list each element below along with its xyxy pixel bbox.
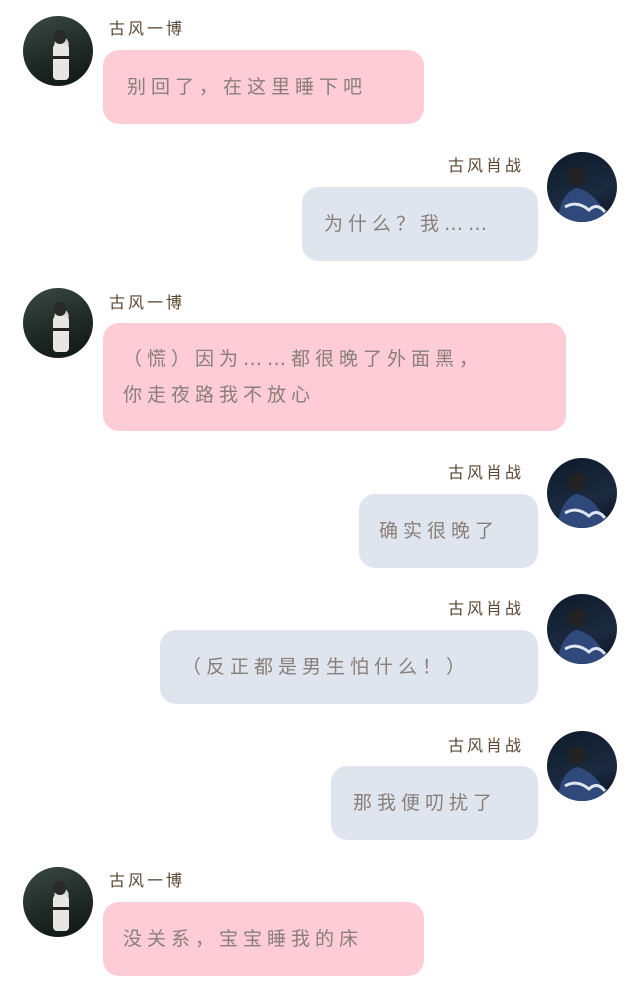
sender-name: 古风肖战 [448, 156, 525, 175]
portrait-icon [557, 473, 609, 528]
avatar-right-1[interactable] [547, 152, 617, 222]
message-text: 没关系，宝宝睡我的床 [123, 928, 364, 950]
sender-name: 古风肖战 [448, 463, 525, 482]
message-bubble-7[interactable]: 没关系，宝宝睡我的床 [103, 902, 424, 976]
avatar-right-3[interactable] [547, 594, 617, 664]
sender-name: 古风肖战 [448, 736, 525, 755]
message-bubble-4[interactable]: 确实很晚了 [359, 494, 538, 568]
portrait-icon [53, 881, 69, 931]
avatar-left-2[interactable] [23, 288, 93, 358]
avatar-right-4[interactable] [547, 731, 617, 801]
message-text: 别回了，在这里睡下吧 [127, 76, 368, 98]
message-text-line-2: 你走夜路我不放心 [123, 384, 316, 406]
message-text-line-1: （慌）因为……都很晚了外面黑， [123, 348, 484, 370]
message-text: 确实很晚了 [379, 520, 500, 542]
sender-name: 古风一博 [109, 19, 186, 38]
message-bubble-6[interactable]: 那我便叨扰了 [331, 766, 538, 840]
avatar-right-2[interactable] [547, 458, 617, 528]
avatar-left-1[interactable] [23, 16, 93, 86]
avatar-left-3[interactable] [23, 867, 93, 937]
message-bubble-5[interactable]: （反正都是男生怕什么！） [160, 630, 538, 704]
message-bubble-2[interactable]: 为什么？我…… [302, 187, 538, 261]
message-text: 那我便叨扰了 [353, 792, 498, 814]
message-text: （反正都是男生怕什么！） [182, 656, 471, 678]
message-text: 为什么？我…… [324, 213, 493, 235]
message-bubble-3[interactable]: （慌）因为……都很晚了外面黑， 你走夜路我不放心 [103, 323, 566, 431]
sender-name: 古风一博 [109, 293, 186, 312]
sender-name: 古风一博 [109, 871, 186, 890]
portrait-icon [557, 609, 609, 664]
portrait-icon [557, 167, 609, 222]
portrait-icon [53, 30, 69, 80]
portrait-icon [557, 746, 609, 801]
message-bubble-1[interactable]: 别回了，在这里睡下吧 [103, 50, 424, 124]
sender-name: 古风肖战 [448, 599, 525, 618]
portrait-icon [53, 302, 69, 352]
